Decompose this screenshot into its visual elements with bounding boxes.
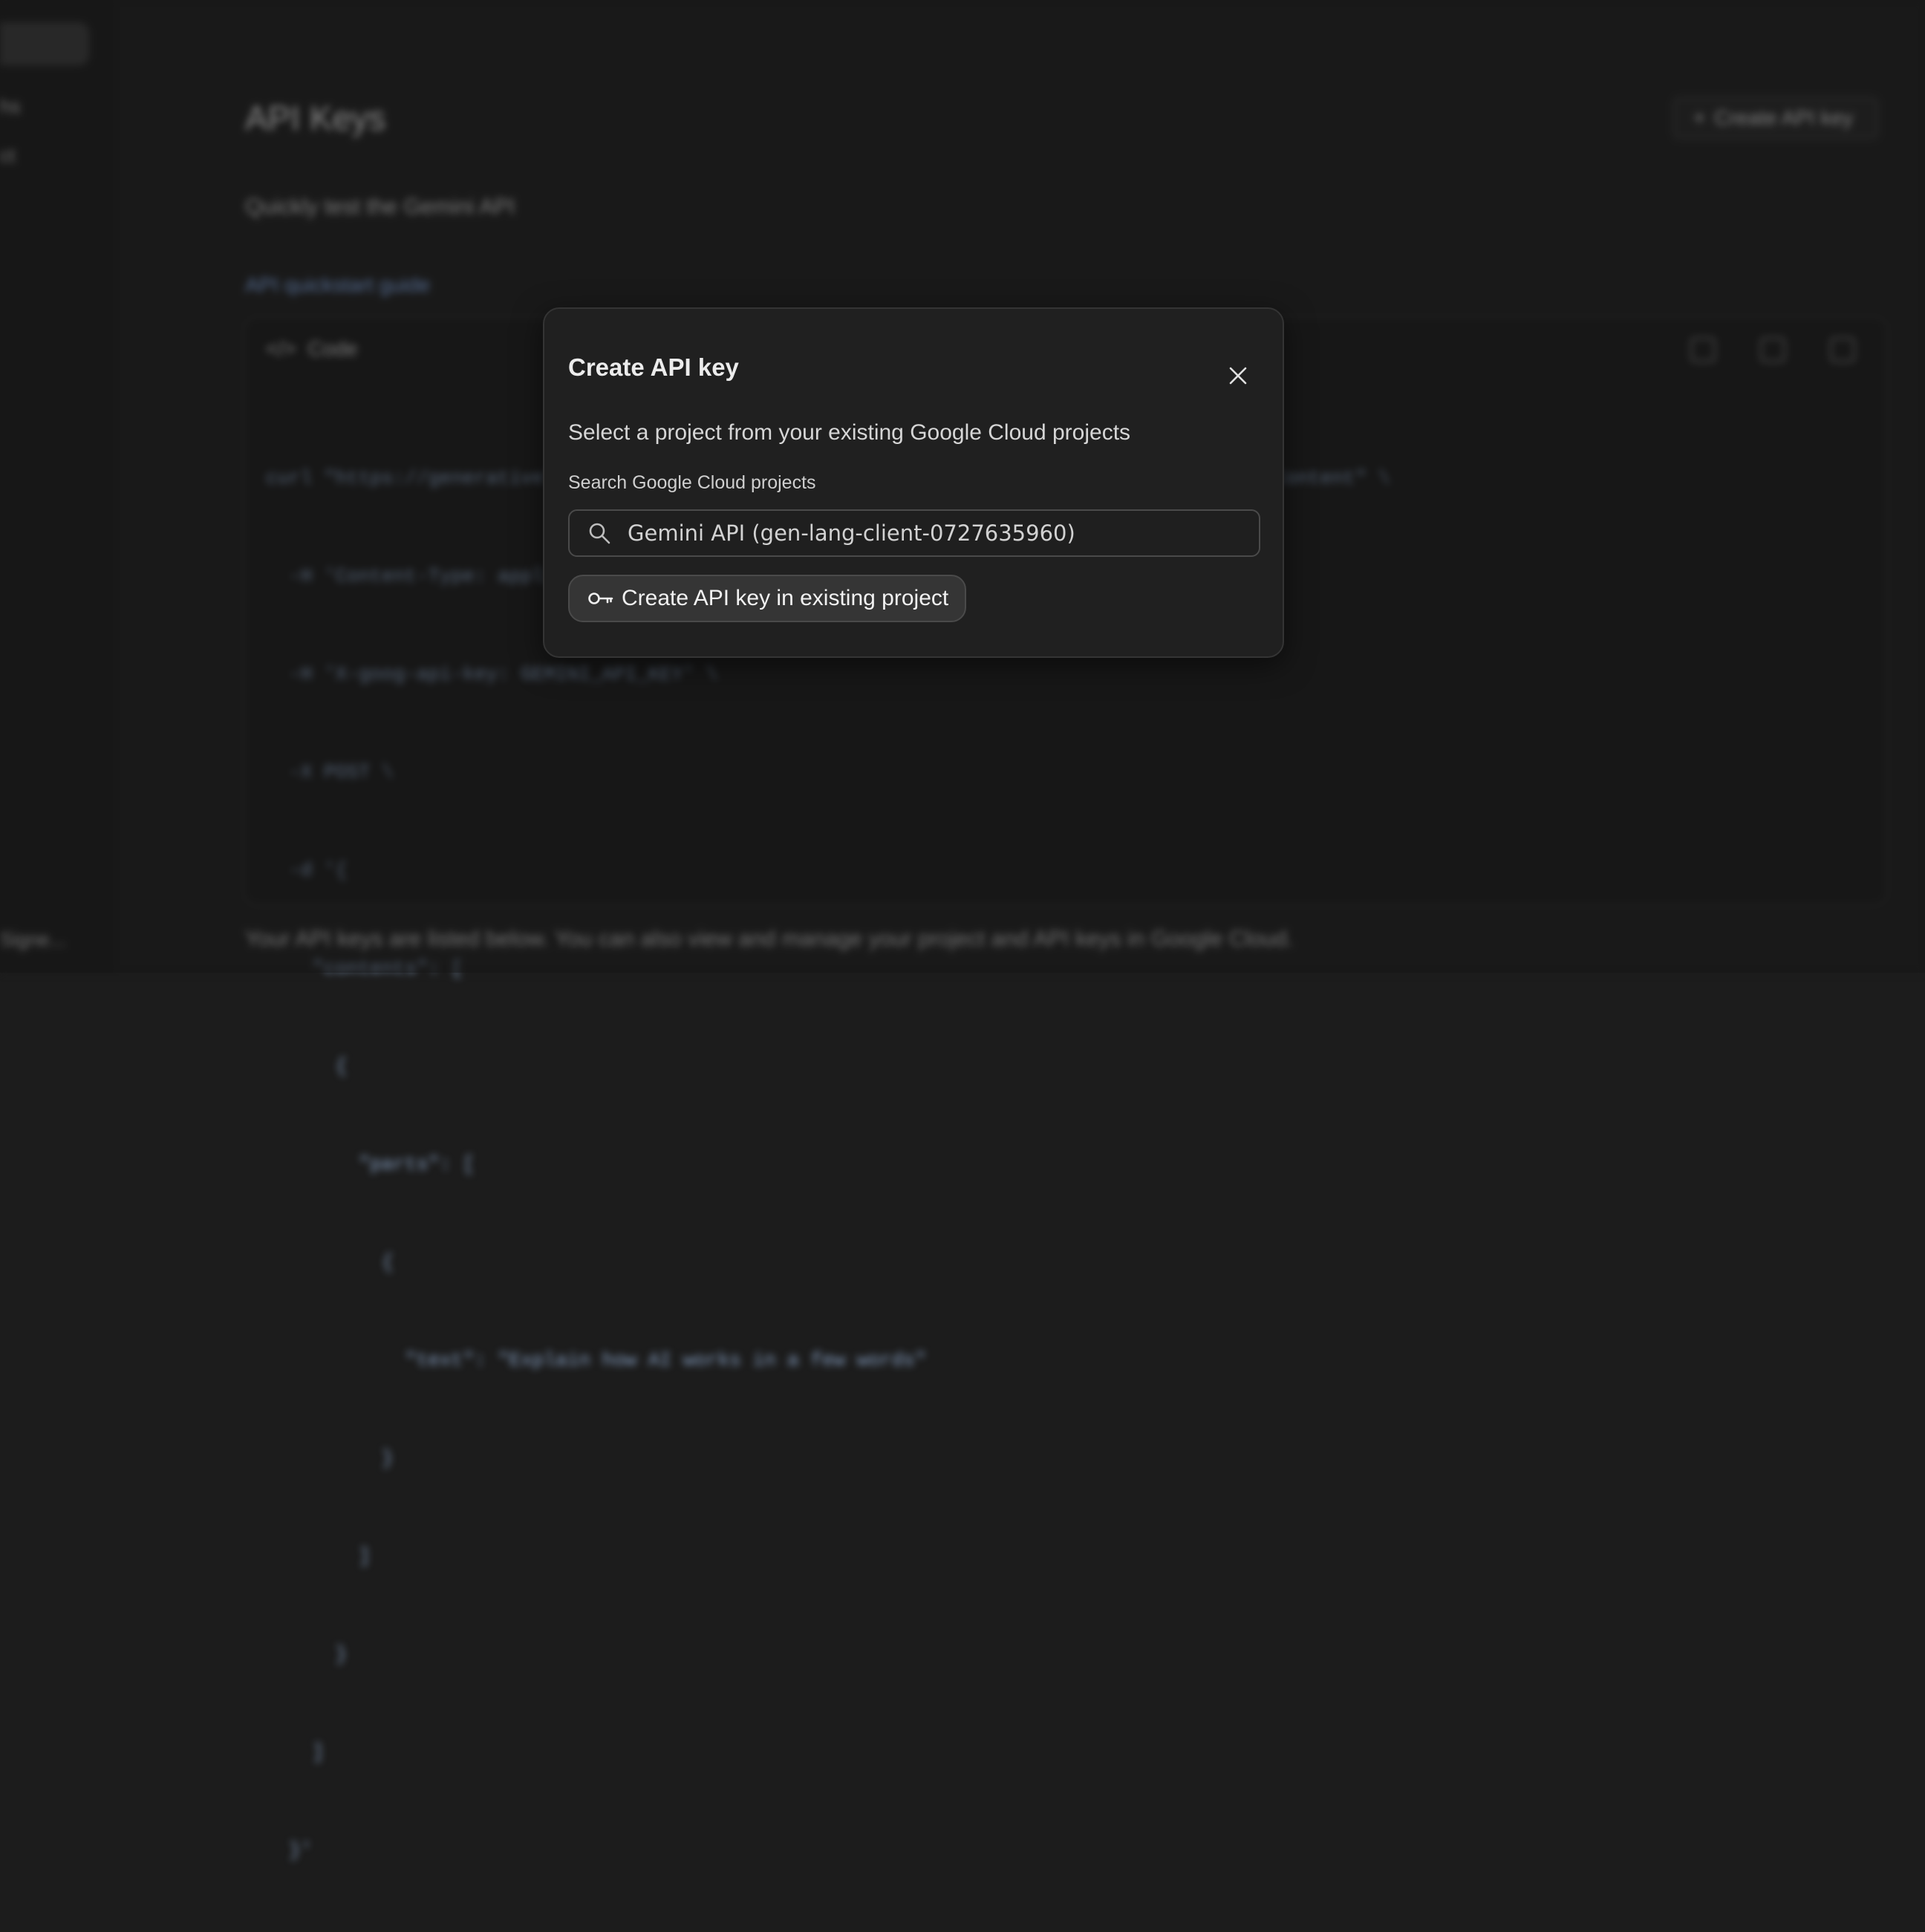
code-line: { xyxy=(266,1251,394,1273)
project-search-box[interactable] xyxy=(568,509,1260,557)
dialog-title: Create API key xyxy=(568,353,739,381)
code-line: ] xyxy=(266,1741,325,1763)
code-line: } xyxy=(266,1643,348,1665)
code-line: "text": "Explain how AI works in a few w… xyxy=(266,1349,927,1371)
dialog-description: Select a project from your existing Goog… xyxy=(568,420,1131,445)
code-line: }' xyxy=(266,1839,313,1861)
code-line: } xyxy=(266,1447,394,1469)
close-icon xyxy=(1229,367,1247,385)
code-line: "parts": [ xyxy=(266,1153,475,1175)
code-line: { xyxy=(266,1055,348,1077)
code-line: ] xyxy=(266,1545,371,1567)
close-button[interactable] xyxy=(1220,358,1256,394)
project-search-input[interactable] xyxy=(628,520,1259,546)
create-button-label: Create API key in existing project xyxy=(622,586,949,610)
search-icon xyxy=(589,523,610,544)
create-api-key-in-existing-project-button[interactable]: Create API key in existing project xyxy=(568,575,966,622)
search-label: Search Google Cloud projects xyxy=(568,472,816,493)
key-icon xyxy=(588,593,613,604)
create-api-key-dialog: Create API key Select a project from you… xyxy=(543,307,1284,658)
